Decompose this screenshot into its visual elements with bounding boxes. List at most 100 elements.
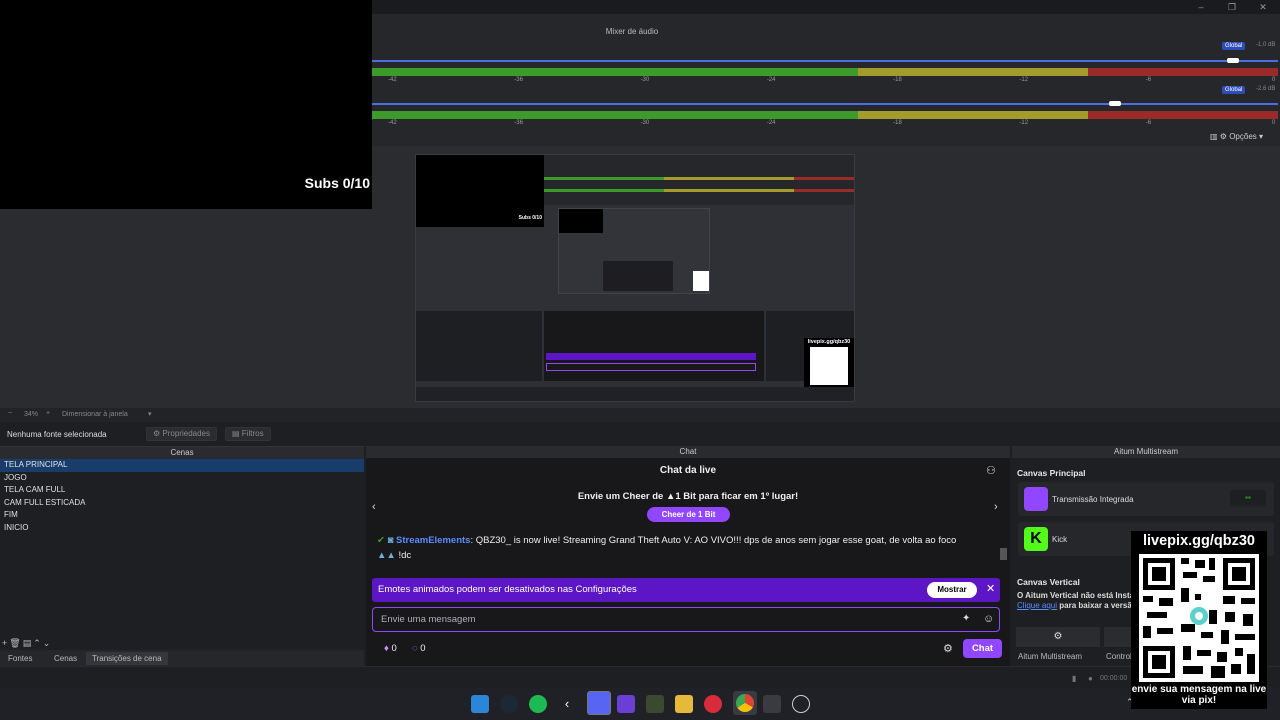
terminal-icon[interactable]	[646, 695, 664, 713]
scale-tick: -6	[1145, 120, 1152, 126]
filter-icon: ▤	[232, 429, 240, 438]
verified-icon: ✔	[377, 535, 385, 546]
resize-mode[interactable]: Dimensionar à janela	[62, 411, 128, 418]
chat-title: Chat da live	[659, 465, 717, 476]
chat-username[interactable]: StreamElements	[396, 535, 470, 546]
close-icon[interactable]: ✕	[986, 582, 995, 595]
scale-tick: -30	[640, 120, 650, 126]
discord-icon[interactable]	[587, 691, 611, 715]
mixer-options[interactable]: ▥ ⚙ Opções ▾	[1210, 132, 1263, 141]
taskbar: ‹ ⌃	[0, 688, 1280, 720]
gear-icon[interactable]: ⚙	[943, 642, 953, 655]
no-source-label: Nenhuma fonte selecionada	[7, 430, 107, 439]
settings-button[interactable]: ⚙	[1016, 627, 1100, 647]
tab-transicoes[interactable]: Transições de cena	[86, 652, 168, 665]
twitch-icon	[1024, 487, 1048, 511]
cheer-button[interactable]: Cheer de 1 Bit	[647, 507, 730, 522]
obs-icon[interactable]	[792, 695, 810, 713]
track-1-volume-track[interactable]	[372, 60, 1278, 62]
track-1-meter-green	[372, 68, 858, 76]
filter-icon[interactable]: ▤	[23, 638, 34, 648]
scale-tick: -18	[893, 120, 902, 126]
chat-send-button[interactable]: Chat	[963, 639, 1002, 658]
trash-icon[interactable]: 🗑	[9, 638, 22, 648]
maximize-button[interactable]: ❐	[1217, 1, 1247, 13]
zoom-level: 34%	[24, 411, 39, 418]
output-name: Kick	[1052, 535, 1068, 544]
channel-points: ◌ 0	[412, 643, 426, 654]
filters-button[interactable]: ▤ Filtros	[225, 427, 271, 441]
layout-icon[interactable]: ▥	[1210, 132, 1218, 141]
chevron-right-icon[interactable]: ›	[994, 501, 998, 513]
bits-icon[interactable]: ✦	[962, 613, 970, 624]
canvas-vertical-title: Canvas Vertical	[1017, 577, 1080, 587]
track-2-volume-track[interactable]	[372, 103, 1278, 105]
multistream-title: Aitum Multistream	[1012, 446, 1280, 458]
bot-icon: ◙	[387, 535, 394, 546]
scene-item[interactable]: TELA CAM FULL	[0, 484, 364, 497]
scale-tick: 0	[1272, 77, 1276, 83]
chevron-up-icon[interactable]: ⌃	[33, 638, 43, 648]
grid-app-icon[interactable]	[617, 695, 635, 713]
tab-cenas[interactable]: Cenas	[48, 652, 83, 665]
close-button[interactable]: ✕	[1248, 1, 1278, 13]
properties-button[interactable]: ⚙ Propriedades	[146, 427, 217, 441]
subs-counter: Subs 0/10	[304, 175, 370, 191]
steam-icon[interactable]	[500, 695, 518, 713]
scale-tick: -42	[388, 120, 397, 126]
chat-dock-title: Chat	[366, 446, 1010, 458]
scene-item[interactable]: JOGO	[0, 472, 364, 485]
bits-icon: ♦	[384, 643, 389, 654]
user-list-icon[interactable]: ⚇	[986, 464, 996, 477]
track-1-volume-handle[interactable]	[1226, 58, 1239, 63]
chevron-down-icon[interactable]: ▾	[148, 410, 152, 418]
spotify-icon[interactable]	[529, 695, 547, 713]
options-label[interactable]: Opções	[1229, 132, 1257, 141]
app-red-icon[interactable]	[704, 695, 722, 713]
scene-item[interactable]: TELA PRINCIPAL	[0, 459, 364, 472]
scale-tick: -36	[514, 120, 523, 126]
scene-list: TELA PRINCIPAL JOGO TELA CAM FULL CAM FULL …	[0, 459, 364, 534]
canvas-main-title: Canvas Principal	[1017, 468, 1086, 478]
track-1-db: -1.0 dB	[1256, 42, 1276, 48]
scale-tick: -30	[640, 77, 650, 83]
folder-icon[interactable]	[675, 695, 693, 713]
program-preview[interactable]: Subs 0/10 livepix.gg/qbz30	[415, 154, 855, 402]
minimize-button[interactable]: –	[1186, 1, 1216, 13]
chat-message-input[interactable]: Envie uma mensagem	[372, 607, 1000, 632]
bits-balance: ♦ 0	[384, 643, 397, 654]
tab-fontes[interactable]: Fontes	[2, 652, 38, 665]
scene-item[interactable]: INICIO	[0, 522, 364, 535]
scale-tick: -42	[388, 77, 397, 83]
show-button[interactable]: Mostrar	[927, 582, 977, 598]
scene-item[interactable]: CAM FULL ESTICADA	[0, 497, 364, 510]
download-link[interactable]: Clique aqui	[1017, 601, 1057, 610]
track-2-volume-handle[interactable]	[1108, 101, 1121, 106]
tab-aitum-multistream[interactable]: Aitum Multistream	[1012, 650, 1088, 663]
windows-start-icon[interactable]	[471, 695, 489, 713]
emote-notice-text: Emotes animados podem ser desativados na…	[378, 584, 637, 595]
zoom-in-button[interactable]: +	[46, 410, 50, 417]
scenes-dock: Cenas TELA PRINCIPAL JOGO TELA CAM FULL CAM…	[0, 446, 364, 666]
track-1-tag: Global	[1222, 42, 1246, 50]
emote-icon: ▲▲	[377, 550, 396, 561]
scale-tick: -12	[1019, 120, 1029, 126]
mini-subs: Subs 0/10	[518, 215, 542, 221]
scene-item[interactable]: FIM	[0, 509, 364, 522]
gear-icon[interactable]: ⚙	[1220, 132, 1227, 141]
emote-picker-icon[interactable]: ☺	[983, 613, 994, 625]
app-icon[interactable]: ‹	[558, 695, 576, 713]
chat-scrollbar[interactable]	[1000, 548, 1007, 560]
chevron-left-icon[interactable]: ‹	[372, 501, 376, 513]
stream-toggle-button[interactable]: ▪▪	[1230, 490, 1266, 506]
zoom-out-button[interactable]: −	[8, 410, 12, 417]
app-gray-icon[interactable]	[763, 695, 781, 713]
track-2-meter-yellow	[858, 111, 1088, 119]
cheer-prompt: Envie um Cheer de ▲1 Bit para ficar em 1…	[577, 491, 799, 502]
chevron-down-icon[interactable]: ⌄	[43, 638, 53, 648]
mini-overlay: Subs 0/10	[416, 155, 544, 227]
track-2-meter-red	[1088, 111, 1278, 119]
scale-tick: -12	[1019, 77, 1029, 83]
scenes-title: Cenas	[0, 447, 364, 459]
chrome-icon[interactable]	[733, 691, 757, 715]
